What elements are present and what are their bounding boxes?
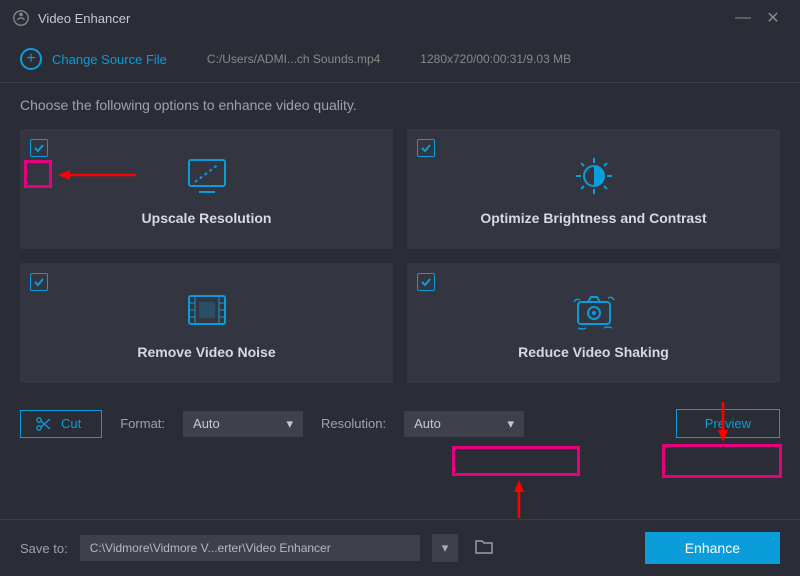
controls-row: Cut Format: Auto ▾ Resolution: Auto ▾ Pr… [0, 391, 800, 448]
card-upscale-label: Upscale Resolution [142, 210, 272, 226]
card-upscale[interactable]: Upscale Resolution [20, 129, 393, 249]
change-source-button[interactable]: + Change Source File [20, 48, 167, 70]
save-path-field[interactable]: C:\Vidmore\Vidmore V...erter\Video Enhan… [80, 535, 420, 561]
checkbox-noise[interactable] [30, 273, 48, 291]
resolution-label: Resolution: [321, 416, 386, 431]
card-shaking[interactable]: Reduce Video Shaking [407, 263, 780, 383]
annotation-highlight-preview [662, 444, 782, 478]
checkbox-shaking[interactable] [417, 273, 435, 291]
resolution-dropdown[interactable]: Auto ▾ [404, 411, 524, 437]
annotation-arrow-up [512, 480, 526, 520]
checkbox-upscale[interactable] [30, 139, 48, 157]
file-path-text: C:/Users/ADMI...ch Sounds.mp4 [207, 52, 380, 66]
close-button[interactable]: ✕ [758, 8, 788, 28]
file-meta-text: 1280x720/00:00:31/9.03 MB [420, 52, 571, 66]
monitor-icon [183, 152, 231, 200]
chevron-down-icon: ▾ [508, 416, 515, 432]
preview-button[interactable]: Preview [676, 409, 780, 438]
cards-grid: Upscale Resolution Optimize Brightness a… [0, 121, 800, 391]
format-dropdown[interactable]: Auto ▾ [183, 411, 303, 437]
minimize-button[interactable]: — [728, 9, 758, 27]
titlebar: Video Enhancer — ✕ [0, 0, 800, 36]
footer: Save to: C:\Vidmore\Vidmore V...erter\Vi… [0, 519, 800, 576]
format-value: Auto [193, 416, 220, 431]
preview-label: Preview [705, 416, 751, 431]
camera-shake-icon [568, 286, 620, 334]
card-noise-label: Remove Video Noise [137, 344, 275, 360]
cut-label: Cut [61, 416, 81, 431]
chevron-down-icon: ▾ [287, 416, 294, 432]
enhance-label: Enhance [685, 540, 740, 556]
save-to-label: Save to: [20, 541, 68, 556]
save-path-dropdown[interactable]: ▾ [432, 534, 459, 562]
format-label: Format: [120, 416, 165, 431]
card-noise[interactable]: Remove Video Noise [20, 263, 393, 383]
instruction-text: Choose the following options to enhance … [0, 83, 800, 121]
plus-circle-icon: + [20, 48, 42, 70]
folder-icon [474, 539, 494, 555]
resolution-value: Auto [414, 416, 441, 431]
cut-button[interactable]: Cut [20, 410, 102, 438]
checkbox-brightness[interactable] [417, 139, 435, 157]
toolbar: + Change Source File C:/Users/ADMI...ch … [0, 36, 800, 83]
browse-folder-button[interactable] [470, 535, 498, 562]
card-shaking-label: Reduce Video Shaking [518, 344, 669, 360]
brightness-icon [570, 152, 618, 200]
window-title: Video Enhancer [38, 11, 728, 26]
film-icon [183, 286, 231, 334]
enhance-button[interactable]: Enhance [645, 532, 780, 564]
card-brightness-label: Optimize Brightness and Contrast [480, 210, 706, 226]
scissors-icon [35, 416, 51, 432]
card-brightness[interactable]: Optimize Brightness and Contrast [407, 129, 780, 249]
app-logo-icon [12, 9, 30, 27]
chevron-down-icon: ▾ [442, 540, 449, 555]
change-source-label: Change Source File [52, 52, 167, 67]
annotation-highlight-resolution [452, 446, 580, 476]
